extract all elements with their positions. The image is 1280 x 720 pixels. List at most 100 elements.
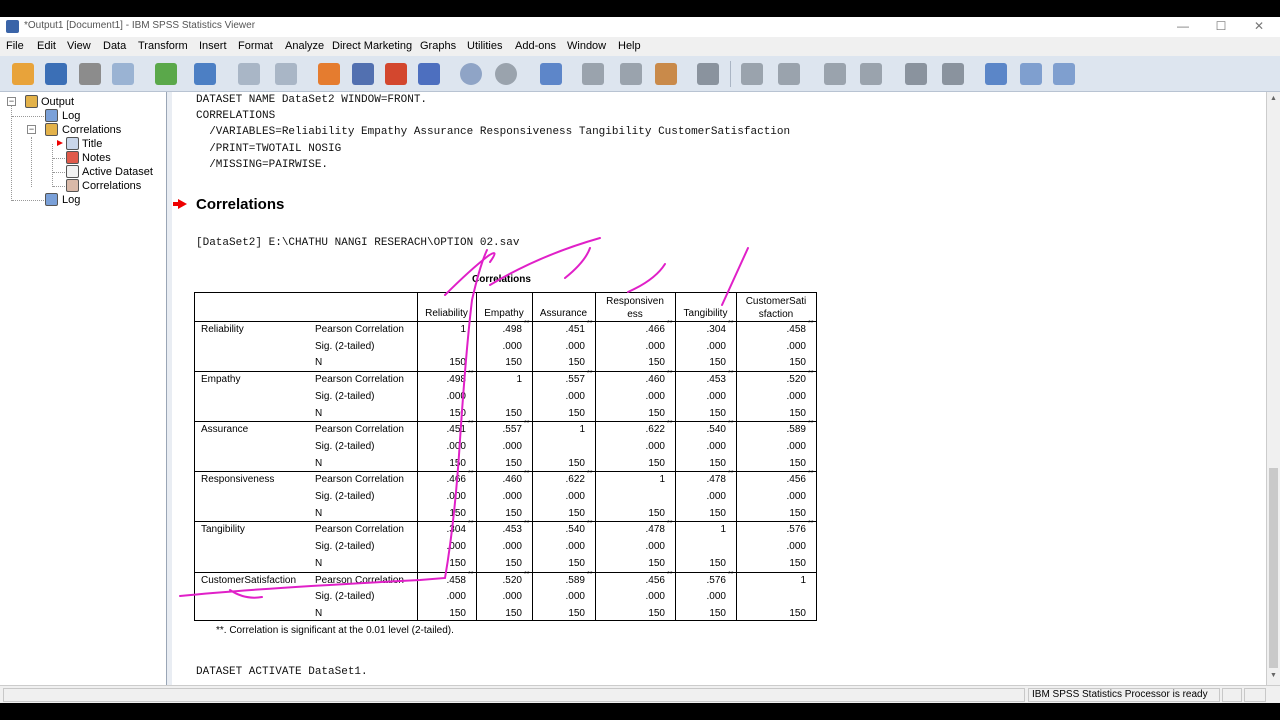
table-cell: 150: [568, 407, 585, 419]
table-cell: .000: [502, 541, 522, 553]
significance-mark: **: [808, 470, 814, 478]
show-icon[interactable]: [905, 63, 927, 85]
outline-log-2[interactable]: Log: [62, 194, 80, 206]
create-edit-autoscript-icon[interactable]: [655, 63, 677, 85]
select-last-output-icon[interactable]: [620, 63, 642, 85]
maximize-button[interactable]: ☐: [1206, 18, 1236, 35]
status-segment: [1222, 688, 1242, 702]
print-icon[interactable]: [79, 63, 101, 85]
collapse-icon[interactable]: [860, 63, 882, 85]
print-preview-icon[interactable]: [112, 63, 134, 85]
table-cell: .458: [446, 574, 466, 586]
promote-icon[interactable]: [741, 63, 763, 85]
table-cell: .000: [645, 340, 665, 352]
table-cell: .000: [786, 541, 806, 553]
significance-mark: **: [728, 420, 734, 428]
menu-add-ons[interactable]: Add-ons: [515, 40, 556, 52]
statistic-label: Pearson Correlation: [315, 424, 404, 436]
table-cell: 150: [449, 357, 466, 369]
menu-insert[interactable]: Insert: [199, 40, 227, 52]
output-folder-icon: [25, 95, 38, 108]
correlations-heading[interactable]: Correlations: [196, 196, 284, 213]
run-script-icon[interactable]: [697, 63, 719, 85]
menu-edit[interactable]: Edit: [37, 40, 56, 52]
row-header: Assurance: [201, 424, 249, 436]
table-cell: .451: [565, 324, 585, 335]
goto-variable-icon[interactable]: [385, 63, 407, 85]
significance-mark: **: [808, 420, 814, 428]
significance-mark: **: [808, 370, 814, 378]
spelling-icon[interactable]: [540, 63, 562, 85]
demote-icon[interactable]: [778, 63, 800, 85]
use-variable-sets-icon[interactable]: [460, 63, 482, 85]
open-icon[interactable]: [12, 63, 34, 85]
table-cell: .466: [645, 324, 665, 335]
recall-dialog-icon[interactable]: [194, 63, 216, 85]
scrollbar-thumb[interactable]: [1269, 468, 1278, 668]
outline-active-dataset[interactable]: Active Dataset: [82, 166, 153, 178]
correlations-table[interactable]: Reliability Empathy Assurance Responsiven e…: [194, 292, 817, 621]
table-cell: .000: [502, 491, 522, 502]
redo-icon[interactable]: [275, 63, 297, 85]
significance-mark: **: [524, 320, 530, 327]
table-cell: .589: [786, 424, 806, 436]
export-icon[interactable]: [155, 63, 177, 85]
scroll-up-icon[interactable]: ▲: [1270, 95, 1277, 102]
goto-case-icon[interactable]: [352, 63, 374, 85]
table-cell: 150: [709, 507, 726, 519]
menu-direct-marketing[interactable]: Direct Marketing: [332, 40, 412, 52]
minimize-button[interactable]: —: [1168, 18, 1198, 35]
expand-icon[interactable]: [824, 63, 846, 85]
outline-pane: − Output Log − Correlations Title Notes …: [0, 92, 167, 685]
goto-data-icon[interactable]: [318, 63, 340, 85]
row-header: Empathy: [201, 374, 241, 386]
menu-data[interactable]: Data: [103, 40, 126, 52]
undo-icon[interactable]: [238, 63, 260, 85]
insert-heading-icon[interactable]: [985, 63, 1007, 85]
vertical-scrollbar[interactable]: ▲ ▼: [1266, 92, 1280, 685]
close-button[interactable]: ✕: [1244, 18, 1274, 35]
menu-file[interactable]: File: [6, 40, 24, 52]
menu-analyze[interactable]: Analyze: [285, 40, 324, 52]
menu-transform[interactable]: Transform: [138, 40, 188, 52]
significance-mark: **: [728, 320, 734, 327]
insert-title-icon[interactable]: [1020, 63, 1042, 85]
table-cell: .000: [786, 340, 806, 352]
significance-mark: **: [667, 570, 673, 578]
menu-window[interactable]: Window: [567, 40, 606, 52]
designate-window-icon[interactable]: [582, 63, 604, 85]
significance-mark: **: [667, 370, 673, 378]
table-cell: .000: [446, 491, 466, 502]
outline-log[interactable]: Log: [62, 110, 80, 122]
column-header: Empathy: [484, 308, 524, 319]
insert-text-icon[interactable]: [1053, 63, 1075, 85]
menu-utilities[interactable]: Utilities: [467, 40, 502, 52]
outline-notes[interactable]: Notes: [82, 152, 111, 164]
show-all-variables-icon[interactable]: [495, 63, 517, 85]
table-cell: 150: [568, 607, 585, 619]
notes-icon: [66, 151, 79, 164]
outline-correlations-table[interactable]: Correlations: [82, 180, 141, 192]
save-icon[interactable]: [45, 63, 67, 85]
scroll-down-icon[interactable]: ▼: [1270, 672, 1277, 679]
menu-graphs[interactable]: Graphs: [420, 40, 456, 52]
collapse-toggle[interactable]: −: [7, 97, 16, 106]
table-cell: .520: [786, 374, 806, 386]
significance-mark: **: [524, 420, 530, 428]
outline-output[interactable]: Output: [41, 96, 74, 108]
menu-format[interactable]: Format: [238, 40, 273, 52]
table-cell: .498: [446, 374, 466, 386]
menu-help[interactable]: Help: [618, 40, 641, 52]
dataset-line: [DataSet2] E:\CHATHU NANGI RESERACH\OPTI…: [196, 237, 520, 249]
row-header: Reliability: [201, 324, 244, 335]
outline-correlations[interactable]: Correlations: [62, 124, 121, 136]
row-header: CustomerSatisfaction: [201, 574, 297, 586]
table-cell: 1: [659, 474, 665, 486]
hide-icon[interactable]: [942, 63, 964, 85]
significance-mark: **: [468, 520, 474, 528]
variables-icon[interactable]: [418, 63, 440, 85]
table-cell: .000: [706, 440, 726, 452]
collapse-toggle[interactable]: −: [27, 125, 36, 134]
outline-title[interactable]: Title: [82, 138, 102, 150]
menu-view[interactable]: View: [67, 40, 91, 52]
